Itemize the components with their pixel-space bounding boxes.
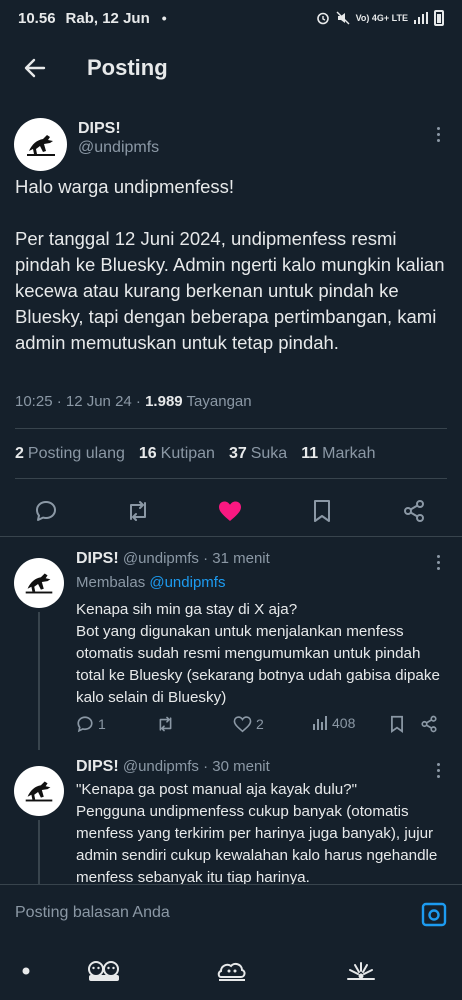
mute-icon bbox=[336, 11, 350, 25]
share-icon bbox=[404, 500, 424, 522]
status-time: 10.56 bbox=[18, 9, 56, 27]
author-handle[interactable]: @undipmfs bbox=[78, 139, 159, 157]
nav-notifications[interactable] bbox=[344, 958, 378, 984]
avatar[interactable] bbox=[14, 118, 67, 171]
share-button[interactable] bbox=[420, 715, 438, 733]
bookmark-button[interactable] bbox=[389, 715, 405, 733]
dot-icon bbox=[22, 967, 30, 975]
heart-icon bbox=[219, 501, 241, 521]
battery-icon bbox=[434, 10, 444, 26]
views-count[interactable]: 1.989 bbox=[145, 393, 183, 410]
thread-line bbox=[38, 612, 40, 750]
faces-icon bbox=[88, 961, 119, 981]
quotes-stat[interactable]: 16 Kutipan bbox=[139, 445, 215, 463]
repost-button[interactable] bbox=[156, 715, 175, 733]
avatar-logo bbox=[25, 573, 53, 594]
post-paragraph: Halo warga undipmenfess! bbox=[15, 176, 235, 197]
repost-button[interactable] bbox=[122, 495, 154, 527]
post-stats: 2 Posting ulang 16 Kutipan 37 Suka 11 Markah bbox=[15, 445, 375, 463]
reply-time: · 31 menit bbox=[198, 550, 270, 567]
author-name[interactable]: DIPS! bbox=[78, 120, 121, 138]
status-date: Rab, 12 Jun bbox=[65, 9, 150, 27]
post-text: Halo warga undipmenfess! Per tanggal 12 … bbox=[15, 174, 451, 382]
reposts-stat[interactable]: 2 Posting ulang bbox=[15, 445, 125, 463]
avatar[interactable] bbox=[14, 558, 64, 608]
bookmark-icon bbox=[314, 500, 330, 522]
like-button[interactable] bbox=[214, 495, 246, 527]
reply-text: Kenapa sih min ga stay di X aja? Bot yan… bbox=[76, 601, 440, 706]
like-button[interactable]: 2 bbox=[233, 715, 264, 733]
splash-icon bbox=[347, 962, 375, 980]
author-handle[interactable]: @undipmfs bbox=[123, 550, 199, 567]
heart-icon bbox=[233, 716, 252, 733]
reply-actions: 1 2 408 bbox=[76, 715, 448, 739]
nav-communities[interactable] bbox=[86, 958, 122, 984]
likes-stat[interactable]: 37 Suka bbox=[229, 445, 287, 463]
page-title: Posting bbox=[87, 55, 168, 80]
share-icon bbox=[421, 715, 437, 733]
reply-composer: Posting balasan Anda bbox=[0, 884, 462, 942]
like-count: 2 bbox=[256, 716, 264, 732]
view-count: 408 bbox=[332, 715, 356, 731]
reply-button[interactable]: 1 bbox=[76, 715, 106, 733]
status-bar: 10.56 Rab, 12 Jun • Vo) 4G+ LTE bbox=[0, 0, 462, 36]
divider bbox=[0, 536, 462, 537]
share-button[interactable] bbox=[398, 495, 430, 527]
bottom-nav bbox=[0, 942, 462, 1000]
views-label: Tayangan bbox=[182, 393, 252, 410]
more-icon[interactable] bbox=[428, 124, 448, 144]
back-button[interactable] bbox=[20, 53, 50, 83]
post-timestamp: 10:25 · 12 Jun 24 · bbox=[15, 393, 146, 410]
nav-grok[interactable] bbox=[216, 958, 248, 984]
reply-button[interactable] bbox=[30, 495, 62, 527]
signal-icon bbox=[414, 12, 428, 24]
divider bbox=[15, 428, 447, 429]
more-icon[interactable] bbox=[428, 552, 448, 572]
camera-button[interactable] bbox=[421, 901, 447, 927]
reply-input[interactable]: Posting balasan Anda bbox=[15, 904, 170, 922]
status-dot: • bbox=[161, 10, 167, 26]
cloud-face-icon bbox=[217, 962, 246, 981]
reply-time: · 30 menit bbox=[198, 758, 270, 775]
more-icon[interactable] bbox=[428, 760, 448, 780]
author-handle[interactable]: @undipmfs bbox=[123, 758, 199, 775]
avatar[interactable] bbox=[14, 766, 64, 816]
bookmark-icon bbox=[391, 715, 403, 733]
bookmark-button[interactable] bbox=[306, 495, 338, 527]
reply-count: 1 bbox=[98, 716, 106, 732]
alarm-icon bbox=[316, 12, 329, 25]
views-icon bbox=[313, 716, 327, 730]
post-meta: 10:25 · 12 Jun 24 · 1.989 Tayangan bbox=[15, 393, 252, 410]
author-name[interactable]: DIPS! bbox=[76, 758, 119, 775]
post-paragraph: Per tanggal 12 Juni 2024, undipmenfess r… bbox=[15, 228, 445, 353]
views-button[interactable]: 408 bbox=[312, 715, 355, 731]
divider bbox=[15, 478, 447, 479]
reply-header: DIPS! @undipmfs · 30 menit bbox=[76, 758, 270, 776]
back-arrow-icon bbox=[24, 58, 46, 78]
status-icons: Vo) 4G+ LTE bbox=[316, 10, 444, 26]
reply-icon bbox=[36, 501, 56, 521]
top-bar: Posting bbox=[0, 40, 462, 96]
camera-icon bbox=[421, 902, 447, 927]
author-name[interactable]: DIPS! bbox=[76, 550, 119, 567]
avatar-logo bbox=[25, 781, 53, 802]
reply-icon bbox=[77, 716, 93, 733]
nav-home[interactable] bbox=[14, 958, 38, 984]
replying-to-link[interactable]: @undipmfs bbox=[149, 574, 225, 591]
reply-item[interactable]: DIPS! @undipmfs · 30 menit "Kenapa ga po… bbox=[0, 758, 462, 884]
post-actions bbox=[0, 495, 462, 527]
repost-icon bbox=[159, 716, 172, 732]
reply-header: DIPS! @undipmfs · 31 menit bbox=[76, 550, 270, 568]
reply-text: "Kenapa ga post manual aja kayak dulu?" … bbox=[76, 781, 438, 884]
thread-line bbox=[38, 820, 40, 884]
bookmarks-stat[interactable]: 11 Markah bbox=[301, 445, 375, 463]
reply-item[interactable]: DIPS! @undipmfs · 31 menit Membalas @und… bbox=[0, 550, 462, 750]
network-label: Vo) 4G+ LTE bbox=[355, 13, 408, 23]
avatar-logo bbox=[26, 134, 55, 156]
replying-to: Membalas @undipmfs bbox=[76, 574, 226, 591]
repost-icon bbox=[130, 501, 146, 521]
